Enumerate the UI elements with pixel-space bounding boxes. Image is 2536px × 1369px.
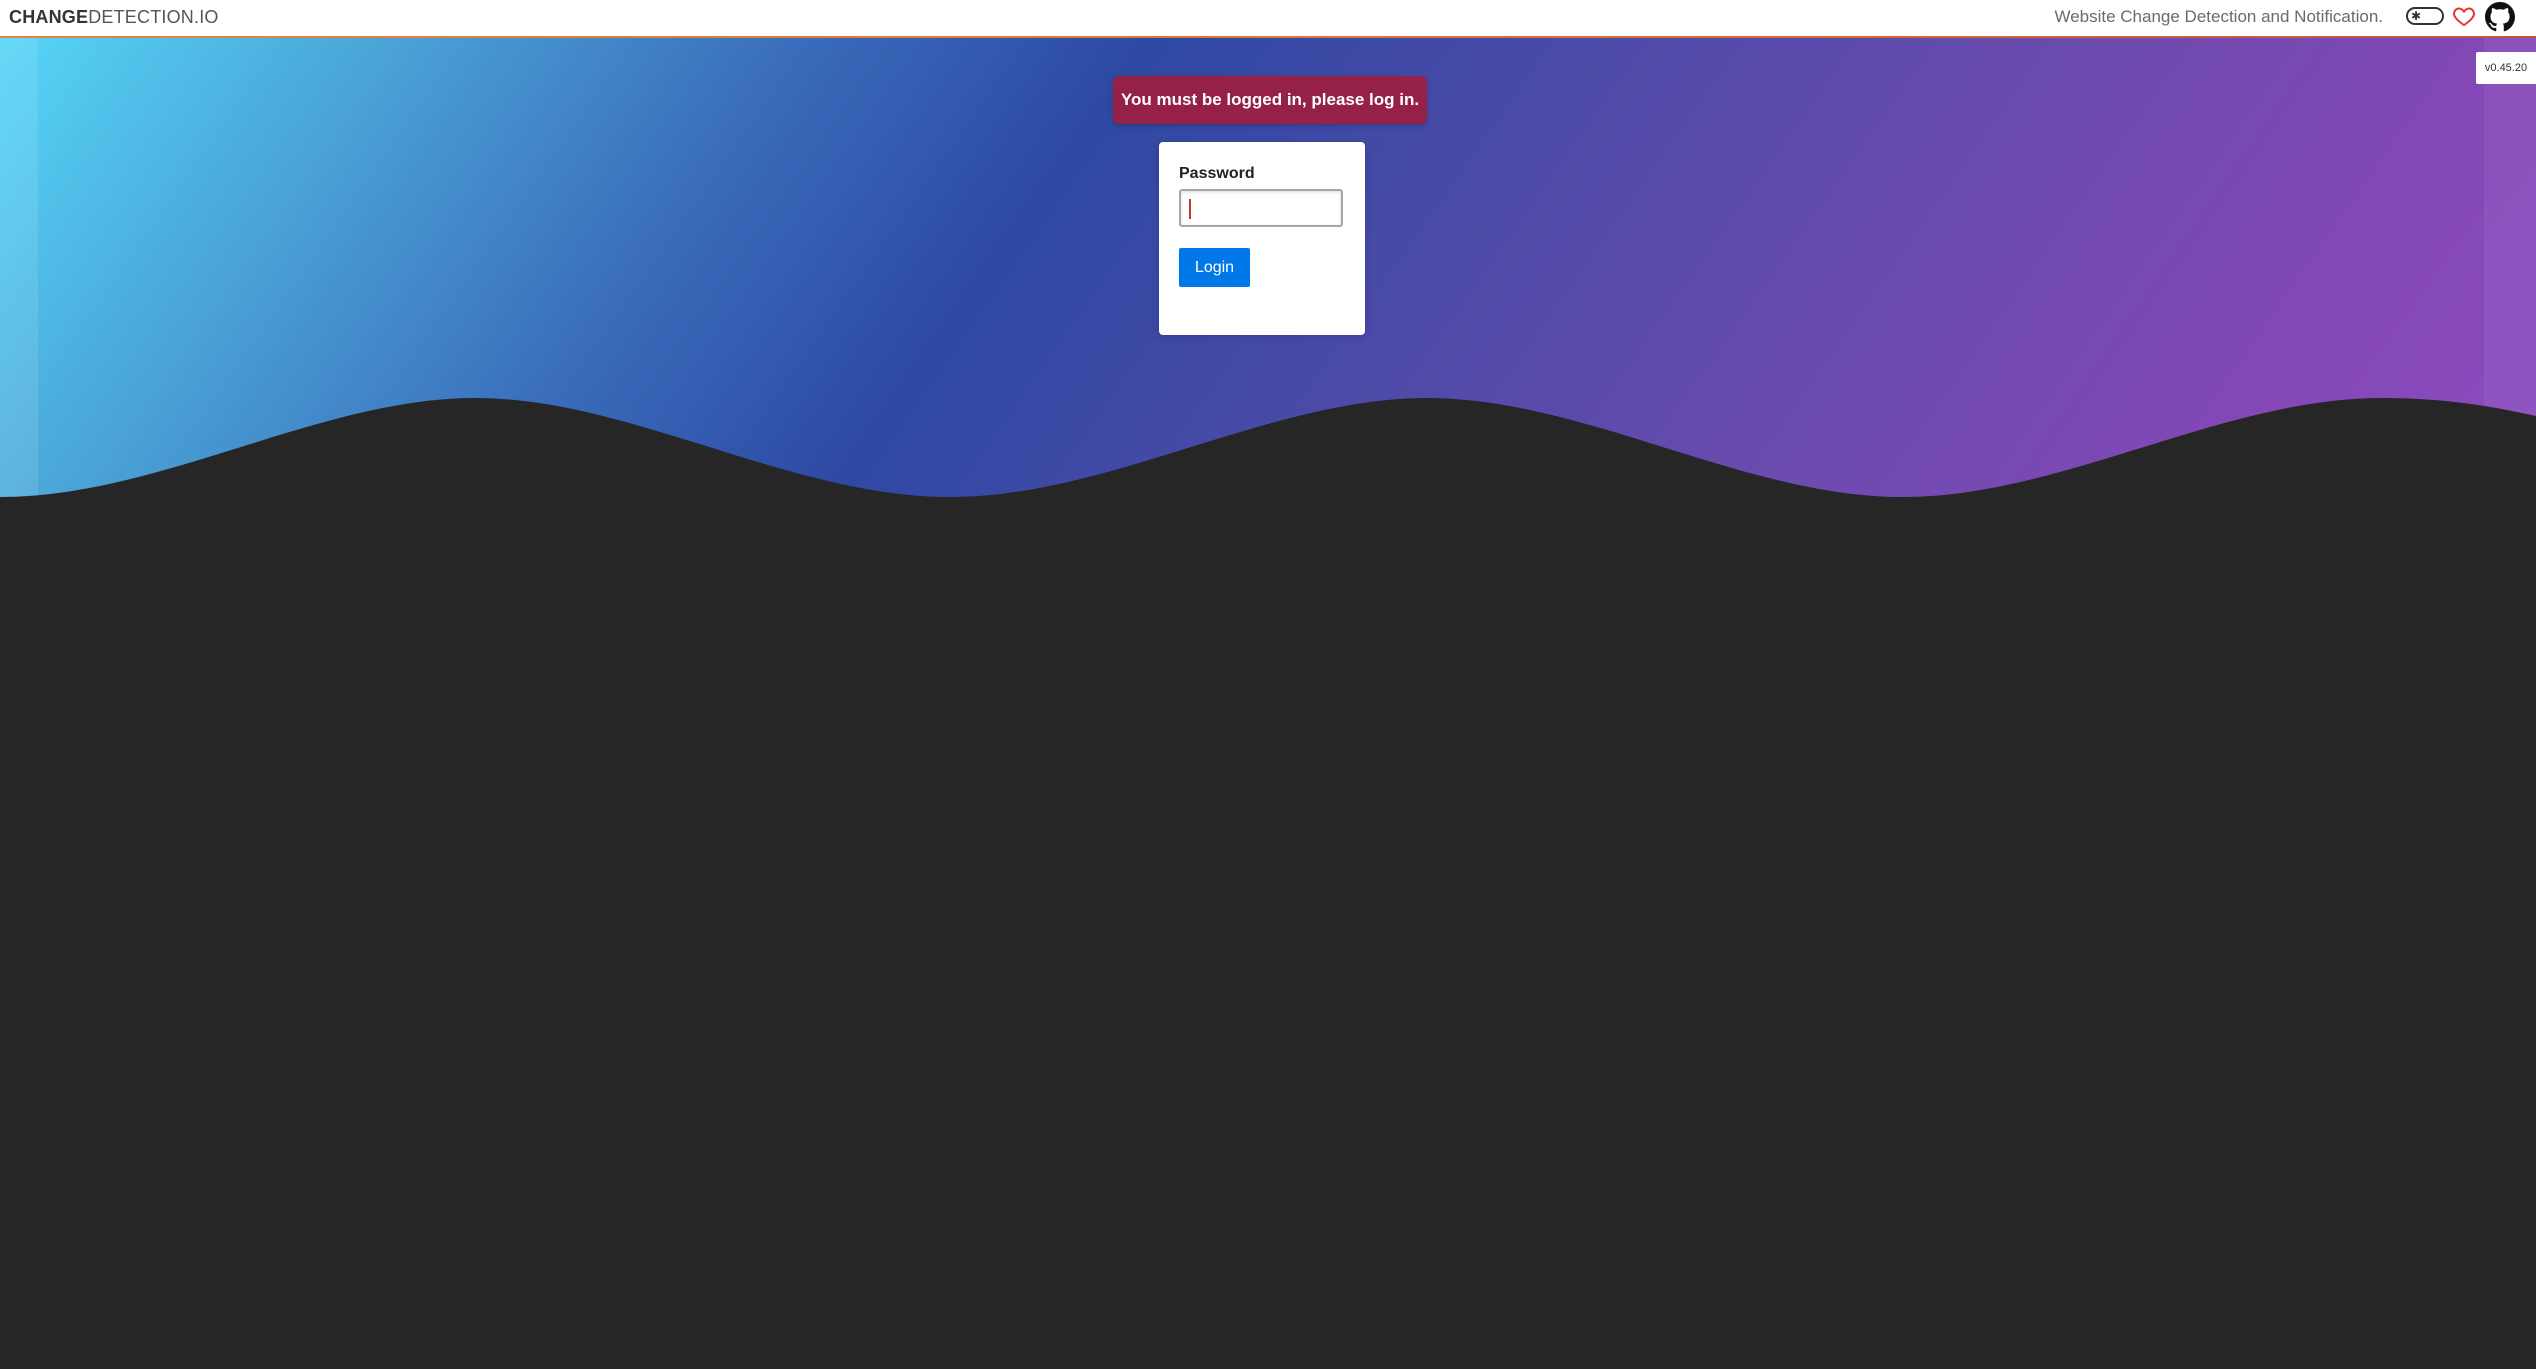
brand-logo[interactable]: CHANGEDETECTION.IO	[9, 6, 219, 28]
top-navigation-bar: CHANGEDETECTION.IO Website Change Detect…	[0, 0, 2536, 36]
login-button[interactable]: Login	[1179, 248, 1250, 287]
heart-icon[interactable]	[2452, 4, 2476, 28]
password-input[interactable]	[1179, 189, 1343, 227]
brand-strong-text: CHANGE	[9, 7, 89, 27]
brand-rest-text: DETECTION.IO	[88, 7, 219, 27]
login-required-flash-message: You must be logged in, please log in.	[1113, 76, 1427, 124]
theme-toggle-knob: ✱	[2410, 9, 2422, 23]
text-cursor	[1189, 199, 1191, 219]
github-icon[interactable]	[2485, 2, 2515, 32]
wave-divider	[0, 398, 2536, 540]
password-label: Password	[1179, 165, 1255, 182]
login-form: Password Login	[1159, 142, 1365, 335]
version-badge: v0.45.20	[2476, 52, 2536, 84]
site-tagline: Website Change Detection and Notificatio…	[2054, 7, 2383, 26]
theme-toggle-icon[interactable]: ✱	[2406, 7, 2444, 25]
